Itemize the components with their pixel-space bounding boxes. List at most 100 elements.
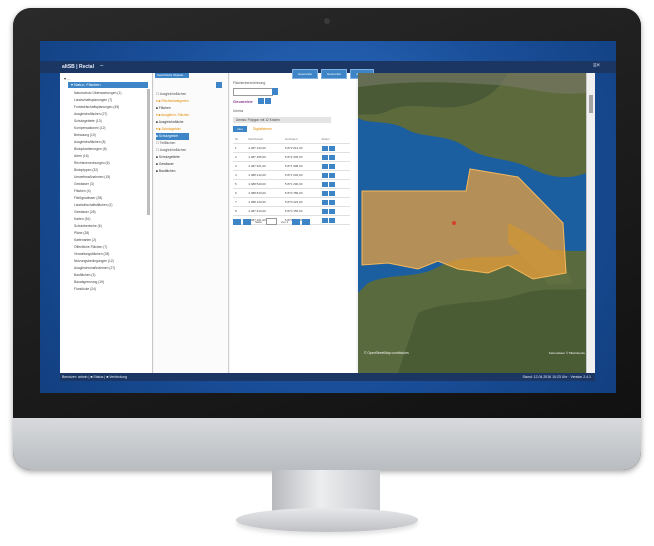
layer-item[interactable]: ▾ ■ Schutzgebiet xyxy=(156,126,189,133)
delete-icon[interactable] xyxy=(329,190,336,196)
add-vertex-button[interactable]: Neu xyxy=(233,126,247,132)
table-row[interactable]: 84 487 610,00 5 870 155,00 xyxy=(233,206,350,216)
delete-icon[interactable] xyxy=(329,172,336,178)
tree-item[interactable]: Kartenarten (2) xyxy=(74,237,121,244)
tree-item[interactable]: Landschaftsplanungen (7) xyxy=(74,97,121,104)
cell: 4 488 212,00 xyxy=(246,170,283,180)
edit-icon[interactable] xyxy=(322,163,329,169)
tree-item[interactable]: Ausgleichsflächen (8) xyxy=(74,139,121,146)
map-scrollbar[interactable] xyxy=(586,73,595,373)
edit-icon[interactable] xyxy=(322,199,329,205)
create-geometry-button[interactable]: Geometrie erstellen xyxy=(292,69,319,84)
column-header[interactable]: Rechtswert xyxy=(246,135,283,144)
window-menu-button[interactable]: ≡× xyxy=(593,63,600,69)
delete-icon[interactable] xyxy=(329,163,336,169)
prev-page-icon[interactable] xyxy=(243,218,251,225)
table-row[interactable]: 14 487 123,00 5 872 012,00 xyxy=(233,143,350,153)
first-page-icon[interactable] xyxy=(233,218,241,225)
tree-item[interactable]: Pläne (28) xyxy=(74,230,121,237)
tree-item[interactable]: Biotopkartierungen (6) xyxy=(74,146,121,153)
last-page-icon[interactable] xyxy=(302,218,311,225)
tree-item[interactable]: Umweltmaßnahmen (19) xyxy=(74,174,121,181)
tree-item[interactable]: Naturschutz Überwachungen (1) xyxy=(74,90,121,97)
tree-item[interactable]: Schutzbereiche (6) xyxy=(74,223,121,230)
name-select[interactable] xyxy=(233,88,273,96)
delete-icon[interactable] xyxy=(329,145,336,151)
webcam-icon xyxy=(324,18,330,24)
edit-icon[interactable] xyxy=(322,190,329,196)
table-row[interactable]: 34 487 921,00 5 871 998,00 xyxy=(233,161,350,171)
layer-panel-header[interactable]: Geschützte Objekte xyxy=(155,73,189,78)
map-view[interactable]: © OpenStreetMap contributors Kartendaten… xyxy=(358,73,595,373)
table-row[interactable]: 74 488 120,00 5 870 423,00 xyxy=(233,197,350,207)
tree-item[interactable]: Ausgleichsflächen (27) xyxy=(74,111,121,118)
column-header[interactable]: Aktion xyxy=(319,135,350,144)
tree-item[interactable]: Fließgewässer (28) xyxy=(74,195,121,202)
layer-item[interactable]: ▾ ■ Ausgleich- Flächen xyxy=(156,112,189,119)
edit-icon[interactable] xyxy=(322,154,329,160)
tree-item[interactable]: Forstwirtschaftsplanungen (45) xyxy=(74,104,121,111)
edit-geometry-button[interactable]: Geometrie bearbeiten xyxy=(321,69,348,84)
delete-icon[interactable] xyxy=(265,98,271,104)
digitize-link[interactable]: Digitalisieren xyxy=(253,127,272,131)
layer-item[interactable]: ■ Bauflächen xyxy=(156,168,189,175)
tree-selected-node[interactable]: ▾ Natur- Flächen xyxy=(68,82,148,88)
tree-item[interactable]: Verwaltungsflächen (28) xyxy=(74,251,121,258)
tree-item[interactable]: Öffentliche Flächen (7) xyxy=(74,244,121,251)
tree-item[interactable]: Bauflächen (3) xyxy=(74,272,121,279)
delete-icon[interactable] xyxy=(329,154,336,160)
edit-icon[interactable] xyxy=(322,217,329,223)
cell: 5 872 345,00 xyxy=(282,152,320,162)
tree-item[interactable]: Gewässer (28) xyxy=(74,209,121,216)
tree-item[interactable]: Kompensationen (12) xyxy=(74,125,121,132)
tree-item[interactable]: Arten (16) xyxy=(74,153,121,160)
scroll-thumb[interactable] xyxy=(589,95,593,113)
column-header[interactable]: Nr. xyxy=(233,135,247,144)
chevron-down-icon[interactable] xyxy=(272,88,278,95)
tree-item[interactable]: Rechtsverordnungen (6) xyxy=(74,160,121,167)
layer-item[interactable]: ■ Ausgleichsfläche xyxy=(156,119,189,126)
layer-item-selected[interactable]: ■ Schutzgebiet xyxy=(156,133,190,140)
page-input[interactable] xyxy=(265,218,277,225)
tree-scrollbar[interactable] xyxy=(147,89,150,215)
tree-item[interactable]: Biotoptypen (32) xyxy=(74,167,121,174)
layer-item[interactable]: ☐ Ausgleichsflächen xyxy=(156,91,189,98)
row-actions xyxy=(319,215,350,225)
tree-item[interactable]: Schutzgebiete (13) xyxy=(74,118,121,125)
delete-icon[interactable] xyxy=(329,208,336,214)
tree-item[interactable]: Flächen (4) xyxy=(74,188,121,195)
tree-item[interactable]: Nutzungsbedingungen (12) xyxy=(74,258,121,265)
table-row[interactable]: 64 488 810,00 5 870 789,00 xyxy=(233,188,350,198)
column-header[interactable]: Hochwert xyxy=(282,135,320,144)
layer-item[interactable]: ☐ Teilflächen xyxy=(156,140,189,147)
edit-icon[interactable] xyxy=(258,98,264,104)
layer-item[interactable]: ■ Schutzgebiete xyxy=(156,154,189,161)
tree-item[interactable]: Flurstücke (24) xyxy=(74,286,121,293)
edit-icon[interactable] xyxy=(322,181,329,187)
tree-item[interactable]: Ausgleichsmaßnahmen (27) xyxy=(74,265,121,272)
layer-item[interactable]: ☐ Ausgleichsflächen xyxy=(156,147,189,154)
tree-item[interactable]: Bebauung (10) xyxy=(74,132,121,139)
delete-icon[interactable] xyxy=(329,181,336,187)
map-attribution[interactable]: © OpenStreetMap contributors xyxy=(364,351,409,355)
tree-item[interactable]: Landwirtschaftsflächen (2) xyxy=(74,202,121,209)
tree-item[interactable]: Karten (51) xyxy=(74,216,121,223)
next-page-icon[interactable] xyxy=(292,218,301,225)
delete-icon[interactable] xyxy=(329,199,336,205)
minimize-button[interactable]: – xyxy=(100,63,103,69)
edit-icon[interactable] xyxy=(322,172,329,178)
layer-item[interactable]: ■ Flächen xyxy=(156,105,189,112)
layer-item[interactable]: ■ Gewässer xyxy=(156,161,189,168)
table-row[interactable]: 44 488 212,00 5 871 602,00 xyxy=(233,170,350,180)
status-bar: Benutzer: admin | ■ Status | ■ Verbindun… xyxy=(60,373,595,381)
layer-item[interactable]: ▾ ■ Flächenkategorien xyxy=(156,98,189,105)
delete-icon[interactable] xyxy=(329,217,336,223)
edit-icon[interactable] xyxy=(322,145,329,151)
tree-item[interactable]: Bauabgrenzung (19) xyxy=(74,279,121,286)
edit-icon[interactable] xyxy=(322,208,329,214)
tree-root[interactable]: ▾ ... xyxy=(64,76,70,81)
tree-item[interactable]: Gewässer (3) xyxy=(74,181,121,188)
search-icon[interactable] xyxy=(216,82,222,88)
table-row[interactable]: 54 488 540,00 5 871 200,00 xyxy=(233,179,350,189)
table-row[interactable]: 24 487 455,00 5 872 345,00 xyxy=(233,152,350,162)
